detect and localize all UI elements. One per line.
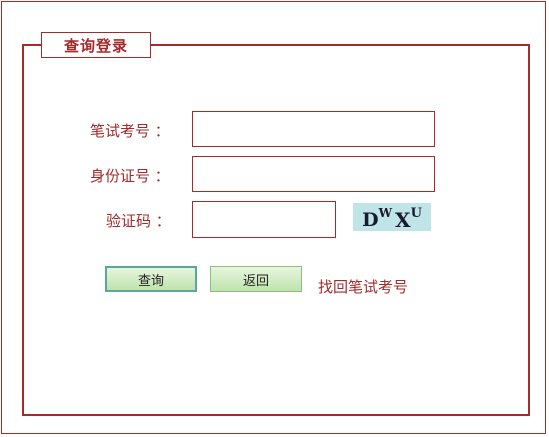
id-number-input[interactable] [192,156,435,192]
query-button[interactable]: 查询 [105,266,197,292]
captcha-input[interactable] [192,201,336,238]
captcha-image[interactable]: D W X U [353,203,431,232]
back-button[interactable]: 返回 [210,266,302,292]
fieldset-legend: 查询登录 [41,32,151,58]
captcha-char: D [362,209,379,231]
exam-number-label: 笔试考号 ： [90,122,170,140]
captcha-char: W [378,206,393,220]
exam-number-input[interactable] [192,111,435,147]
id-number-label: 身份证号 ： [90,167,170,185]
captcha-char: X [395,208,411,232]
captcha-label: 验证码 ： [106,212,171,230]
captcha-char: U [410,205,422,221]
retrieve-exam-number-link[interactable]: 找回笔试考号 [318,276,408,297]
